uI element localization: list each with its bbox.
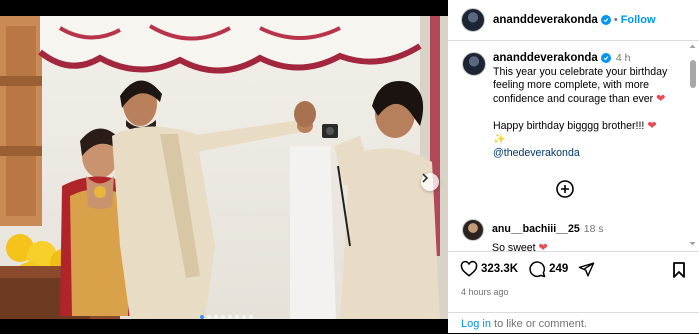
- caption-line-2: Happy birthday bigggg brother!!!: [493, 119, 645, 132]
- bookmark-icon: [673, 262, 685, 278]
- caption-author-avatar[interactable]: [462, 52, 486, 76]
- post-photo[interactable]: [0, 16, 448, 319]
- comment-item: anu__bachiii__25 18 s So sweet ❤: [462, 219, 692, 254]
- scroll-down-arrow-icon[interactable]: [688, 240, 697, 248]
- post-side-panel: ananddeverakonda • Follow ananddeverakon…: [448, 0, 699, 333]
- author-username[interactable]: ananddeverakonda: [493, 14, 598, 26]
- sparkles-emoji-icon: ✨: [493, 134, 506, 145]
- comment-bubble-icon[interactable]: [528, 260, 546, 278]
- paper-plane-icon[interactable]: [578, 261, 595, 278]
- caption-body: This year you celebrate your birthday fe…: [493, 65, 668, 105]
- comments-scrollbar[interactable]: [688, 42, 697, 250]
- login-link[interactable]: Log in: [461, 318, 491, 330]
- comment-timestamp: 18 s: [583, 223, 604, 235]
- save-button[interactable]: [672, 262, 686, 283]
- chevron-right-icon: [422, 173, 429, 183]
- mention-link[interactable]: @thedeverakonda: [493, 147, 580, 159]
- like-count[interactable]: 323.3K: [481, 263, 518, 275]
- author-avatar[interactable]: [461, 8, 485, 32]
- plus-circle-icon: [556, 180, 574, 198]
- wedding-photo-illustration: [0, 16, 448, 319]
- load-more-comments-button[interactable]: [556, 180, 574, 203]
- verified-badge-icon: [600, 15, 611, 25]
- red-heart-emoji-icon: ❤: [656, 92, 666, 105]
- scroll-up-arrow-icon[interactable]: [688, 42, 697, 50]
- post-age[interactable]: 4 hours ago: [461, 287, 509, 297]
- carousel-next-button[interactable]: [421, 173, 439, 191]
- caption-timestamp[interactable]: 4 h: [616, 52, 631, 64]
- post-actions: 323.3K 249 4 hours ago Log in to like or…: [448, 251, 699, 334]
- login-prompt: Log in to like or comment.: [448, 312, 699, 334]
- scrollbar-thumb[interactable]: [690, 60, 696, 88]
- login-prompt-text: to like or comment.: [494, 317, 587, 330]
- header-separator: •: [613, 14, 618, 26]
- heart-icon[interactable]: [460, 260, 478, 278]
- follow-button[interactable]: Follow: [621, 14, 656, 26]
- commenter-username[interactable]: anu__bachiii__25: [492, 223, 580, 235]
- post-caption: ananddeverakonda 4 h This year you celebr…: [462, 52, 687, 160]
- caption-username[interactable]: ananddeverakonda: [493, 52, 598, 64]
- bottom-black-bar: [0, 319, 448, 333]
- comment-count[interactable]: 249: [549, 263, 568, 275]
- commenter-avatar[interactable]: [462, 219, 484, 241]
- verified-badge-icon: [600, 53, 611, 63]
- red-heart-emoji-icon: ❤: [647, 119, 657, 132]
- post-header: ananddeverakonda • Follow: [448, 0, 699, 41]
